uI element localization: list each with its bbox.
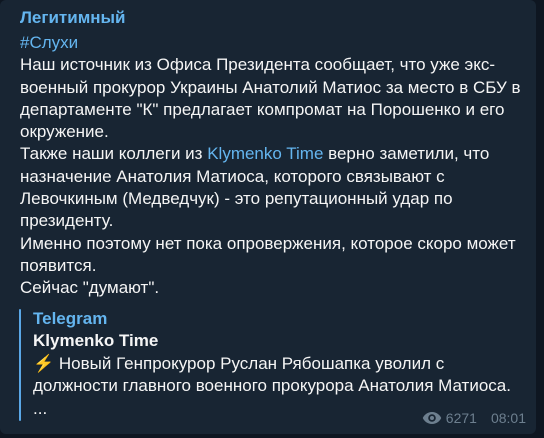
preview-accent-bar <box>19 309 21 421</box>
message-line: департаменте "К" предлагает компромат на… <box>20 99 505 119</box>
message-text: #Слухи Наш источник из Офиса Президента … <box>20 32 525 300</box>
message-line: президенту. <box>20 211 114 231</box>
preview-line: должности главного военного прокурора Ан… <box>33 376 511 396</box>
message-bubble[interactable]: Легитимный #Слухи Наш источник из Офиса … <box>0 0 536 434</box>
message-line-with-mention: Также наши коллеги из Klymenko Time верн… <box>20 143 525 165</box>
message-line: окружение. <box>20 122 109 142</box>
message-text-fragment: Также наши коллеги из <box>20 144 208 164</box>
preview-source: Telegram <box>33 309 108 328</box>
chat-background: Легитимный #Слухи Наш источник из Офиса … <box>0 0 544 438</box>
message-line: Левочкиным (Медведчук) - это репутационн… <box>20 189 453 209</box>
forwarded-preview[interactable]: Telegram Klymenko Time ⚡ Новый Генпрокур… <box>19 309 519 421</box>
message-line: появится. <box>20 255 97 275</box>
message-time: 08:01 <box>490 410 526 426</box>
view-count: 6271 <box>445 410 477 426</box>
channel-name[interactable]: Легитимный <box>20 8 126 28</box>
message-text-fragment: верно заметили, что <box>323 144 490 164</box>
message-meta: 6271 08:01 <box>422 408 526 428</box>
eye-icon <box>422 412 441 424</box>
message-line: Наш источник из Офиса Президента сообщае… <box>20 55 495 75</box>
preview-line-text: Новый Генпрокурор Руслан Рябошапка уволи… <box>54 354 445 373</box>
preview-line: ⚡ Новый Генпрокурор Руслан Рябошапка уво… <box>33 353 519 375</box>
hashtag-link[interactable]: #Слухи <box>20 32 525 54</box>
message-line: назначение Анатолия Матиоса, которого св… <box>20 166 445 186</box>
message-line: Сейчас "думают". <box>20 278 160 298</box>
klymenko-time-link[interactable]: Klymenko Time <box>207 144 323 163</box>
message-line: военный прокурор Украины Анатолий Матиос… <box>20 77 521 97</box>
message-line: Именно поэтому нет пока опровержения, ко… <box>20 233 516 253</box>
preview-author: Klymenko Time <box>33 331 159 350</box>
lightning-icon: ⚡ <box>33 354 55 373</box>
